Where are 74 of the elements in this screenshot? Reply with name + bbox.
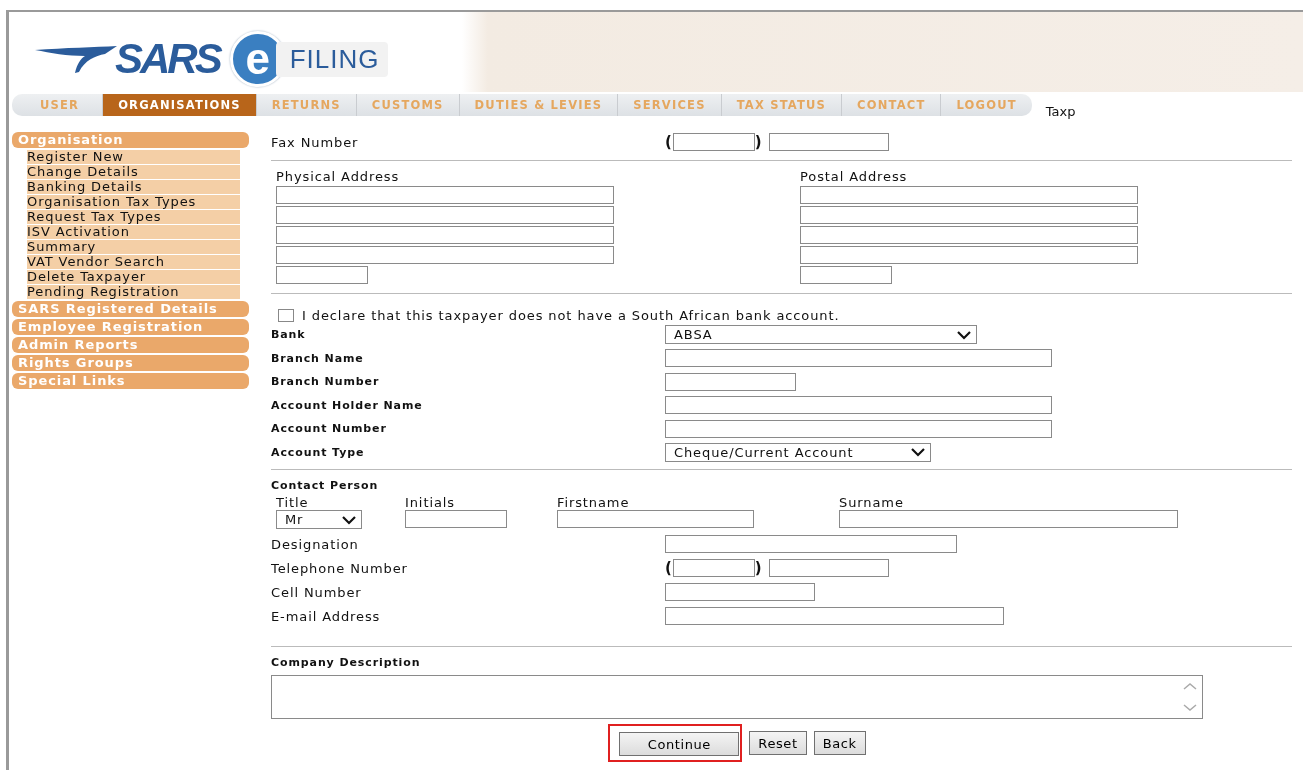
product-name: FILING	[275, 41, 388, 77]
text-field[interactable]	[665, 396, 1052, 415]
address-field[interactable]	[276, 226, 614, 244]
address-field[interactable]	[800, 226, 1138, 244]
number-field[interactable]	[768, 133, 889, 151]
field-label: Surname	[839, 496, 905, 510]
description-field[interactable]	[271, 675, 1203, 719]
text-field[interactable]	[665, 583, 815, 601]
form-button[interactable]: Back	[813, 731, 866, 755]
sidebar-item[interactable]: Summary	[27, 240, 240, 254]
sidebar-item[interactable]: Organisation Tax Types	[27, 195, 240, 209]
chevron-down-icon	[910, 447, 926, 458]
number-field[interactable]	[768, 559, 889, 577]
dropdown[interactable]: Mr	[276, 510, 362, 529]
sidebar-item[interactable]: ISV Activation	[27, 225, 240, 239]
chevron-down-icon	[341, 514, 357, 525]
sidebar-item[interactable]: VAT Vendor Search	[27, 255, 240, 269]
field-label: E-mail Address	[271, 608, 382, 624]
field-label: Firstname	[557, 496, 631, 510]
field-label: Account Holder Name	[271, 398, 424, 412]
postal-code-field[interactable]	[276, 266, 368, 284]
text-field[interactable]	[665, 372, 796, 391]
chevron-down-icon	[956, 329, 972, 340]
field-label: Fax Number	[271, 134, 360, 150]
text-field[interactable]	[665, 607, 1004, 625]
field-label: Branch Name	[271, 351, 365, 365]
sidebar-item[interactable]: Pending Registration	[27, 285, 240, 299]
address-field[interactable]	[800, 186, 1138, 204]
text-field[interactable]	[665, 419, 1052, 438]
page-title: Taxp	[1045, 104, 1076, 120]
parenthesis: (	[665, 133, 673, 151]
field-label: Title	[276, 496, 310, 510]
checkbox[interactable]	[278, 309, 294, 322]
field-label: Account Number	[271, 422, 388, 436]
address-field[interactable]	[800, 206, 1138, 224]
dropdown[interactable]: ABSA	[665, 325, 977, 345]
parenthesis: )	[754, 559, 763, 577]
address-field[interactable]	[800, 246, 1138, 264]
address-field[interactable]	[276, 206, 614, 224]
sidebar-item[interactable]: Delete Taxpayer	[27, 270, 240, 284]
declaration-text: I declare that this taxpayer does not have a South African bank account.	[302, 308, 840, 323]
section-heading: Postal Address	[800, 170, 909, 184]
text-field[interactable]	[665, 535, 957, 553]
parenthesis: (	[665, 559, 673, 577]
sidebar-item[interactable]: Banking Details	[27, 180, 240, 194]
text-field[interactable]	[557, 510, 754, 528]
form-button[interactable]: Continue	[619, 732, 740, 756]
field-label: Bank	[271, 328, 307, 342]
field-label: Telephone Number	[271, 560, 409, 576]
brand-name: SARS	[115, 35, 220, 83]
area-code-field[interactable]	[672, 559, 755, 577]
sidebar-item[interactable]: Register New	[27, 150, 240, 164]
field-label: Initials	[405, 496, 456, 510]
sidebar-item[interactable]: Change Details	[27, 165, 240, 179]
text-field[interactable]	[839, 510, 1178, 528]
postal-code-field[interactable]	[800, 266, 892, 284]
field-label: Account Type	[271, 445, 366, 459]
field-label: Cell Number	[271, 584, 363, 600]
text-field[interactable]	[665, 349, 1052, 368]
dropdown[interactable]: Cheque/Current Account	[665, 442, 931, 462]
address-field[interactable]	[276, 246, 614, 264]
address-field[interactable]	[276, 186, 614, 204]
nav-tab[interactable]: ORGANISATIONS	[102, 94, 256, 116]
sidebar-item[interactable]: Request Tax Types	[27, 210, 240, 224]
parenthesis: )	[754, 133, 763, 151]
field-label: Designation	[271, 536, 360, 552]
field-label: Company Description	[271, 656, 422, 669]
section-heading: Contact Person	[271, 479, 380, 492]
field-label: Branch Number	[271, 375, 381, 389]
section-heading: Physical Address	[276, 170, 401, 184]
swoosh-icon	[35, 44, 117, 74]
form-button[interactable]: Reset	[749, 731, 807, 755]
area-code-field[interactable]	[672, 133, 755, 151]
text-field[interactable]	[405, 510, 507, 528]
